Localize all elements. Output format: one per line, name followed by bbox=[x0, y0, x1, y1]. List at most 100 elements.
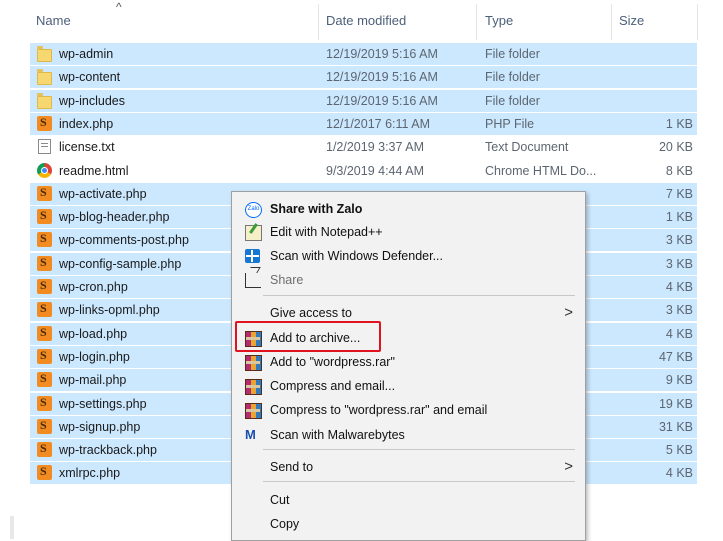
php-file-icon bbox=[37, 395, 52, 411]
menu-item-share[interactable]: Share bbox=[232, 269, 585, 291]
winrar-icon bbox=[245, 403, 262, 419]
folder-icon bbox=[37, 69, 52, 86]
file-name: wp-links-opml.php bbox=[59, 303, 160, 318]
menu-item-send-to[interactable]: Send to > bbox=[232, 456, 585, 478]
php-file-icon bbox=[37, 301, 52, 318]
php-file-icon bbox=[37, 418, 52, 434]
file-name: wp-includes bbox=[59, 93, 126, 108]
chevron-right-icon: > bbox=[564, 458, 573, 475]
share-icon bbox=[245, 273, 261, 288]
malwarebytes-icon: M bbox=[245, 427, 256, 442]
file-size: 3 KB bbox=[665, 233, 693, 248]
file-size: 1 KB bbox=[665, 116, 693, 131]
column-divider[interactable] bbox=[697, 4, 698, 40]
column-header-type[interactable]: Type bbox=[485, 13, 513, 28]
menu-item-label: Cut bbox=[270, 493, 290, 507]
menu-separator bbox=[263, 449, 575, 450]
file-size: 3 KB bbox=[665, 303, 693, 318]
file-size: 5 KB bbox=[665, 443, 693, 458]
file-row[interactable]: wp-includes 12/19/2019 5:16 AM File folder bbox=[30, 89, 697, 112]
file-row[interactable]: wp-content 12/19/2019 5:16 AM File folder bbox=[30, 66, 697, 89]
file-name: xmlrpc.php bbox=[59, 466, 121, 481]
file-type: File folder bbox=[485, 70, 540, 85]
file-row[interactable]: wp-admin 12/19/2019 5:16 AM File folder bbox=[30, 43, 697, 65]
menu-item-label: Share with Zalo bbox=[270, 202, 363, 216]
file-size: 31 KB bbox=[658, 419, 693, 434]
file-name: wp-signup.php bbox=[59, 419, 141, 434]
column-divider[interactable] bbox=[476, 4, 477, 40]
file-name: wp-trackback.php bbox=[59, 443, 157, 458]
column-header-name[interactable]: Name bbox=[36, 13, 71, 28]
file-type: File folder bbox=[485, 93, 540, 108]
file-name: wp-activate.php bbox=[59, 186, 147, 201]
php-file-icon bbox=[37, 371, 52, 388]
column-header-size[interactable]: Size bbox=[619, 13, 644, 28]
php-file-icon bbox=[37, 255, 52, 271]
menu-separator bbox=[263, 481, 575, 482]
column-divider[interactable] bbox=[611, 4, 612, 40]
file-date-modified: 12/19/2019 5:16 AM bbox=[326, 70, 438, 85]
file-row[interactable]: index.php 12/1/2017 6:11 AM PHP File 1 KB bbox=[30, 112, 697, 135]
file-name: wp-blog-header.php bbox=[59, 210, 170, 225]
php-file-icon bbox=[37, 185, 52, 201]
menu-item-scan-with-windows-defender[interactable]: Scan with Windows Defender... bbox=[232, 245, 585, 267]
file-date-modified: 9/3/2019 4:44 AM bbox=[326, 163, 424, 178]
menu-item-compress-and-email[interactable]: Compress and email... bbox=[232, 375, 585, 397]
file-name: wp-settings.php bbox=[59, 396, 147, 411]
file-size: 3 KB bbox=[665, 256, 693, 271]
php-file-icon bbox=[37, 441, 52, 458]
file-date-modified: 12/19/2019 5:16 AM bbox=[326, 93, 438, 108]
menu-item-label: Compress to "wordpress.rar" and email bbox=[270, 403, 488, 417]
menu-item-label: Share bbox=[270, 273, 304, 287]
php-file-icon bbox=[37, 231, 52, 248]
file-type: File folder bbox=[485, 47, 540, 61]
folder-icon bbox=[37, 92, 52, 109]
php-file-icon bbox=[37, 464, 52, 481]
file-name: wp-load.php bbox=[59, 326, 128, 341]
menu-item-compress-to-wordpress-rar-and-email[interactable]: Compress to "wordpress.rar" and email bbox=[232, 399, 585, 421]
column-divider[interactable] bbox=[318, 4, 319, 40]
windows-defender-icon bbox=[245, 249, 260, 263]
file-type: PHP File bbox=[485, 116, 535, 131]
file-size: 1 KB bbox=[665, 210, 693, 225]
winrar-icon bbox=[245, 379, 262, 395]
menu-item-label: Add to "wordpress.rar" bbox=[270, 355, 395, 369]
sort-ascending-icon: ^ bbox=[116, 0, 122, 14]
text-file-icon bbox=[38, 139, 51, 155]
file-size: 4 KB bbox=[665, 466, 693, 481]
php-file-icon bbox=[37, 208, 52, 225]
zalo-icon: Zalo bbox=[245, 202, 262, 218]
column-header-date-modified[interactable]: Date modified bbox=[326, 13, 406, 28]
file-size: 4 KB bbox=[665, 326, 693, 341]
menu-item-edit-with-notepad[interactable]: Edit with Notepad++ bbox=[232, 221, 585, 243]
php-file-icon bbox=[37, 115, 52, 131]
php-file-icon bbox=[37, 278, 52, 294]
menu-item-copy[interactable]: Copy bbox=[232, 513, 585, 535]
menu-item-label: Send to bbox=[270, 460, 314, 474]
file-name: wp-content bbox=[59, 70, 121, 85]
folder-icon bbox=[37, 46, 52, 62]
annotation-highlight-box bbox=[235, 321, 381, 352]
file-size: 47 KB bbox=[658, 349, 693, 364]
menu-item-share-with-zalo[interactable]: Zalo Share with Zalo bbox=[232, 198, 585, 220]
file-row[interactable]: readme.html 9/3/2019 4:44 AM Chrome HTML D… bbox=[30, 160, 697, 182]
menu-item-label: Edit with Notepad++ bbox=[270, 225, 383, 239]
php-file-icon bbox=[37, 325, 52, 341]
menu-item-label: Scan with Malwarebytes bbox=[270, 428, 405, 442]
menu-item-cut[interactable]: Cut bbox=[232, 489, 585, 511]
menu-item-scan-with-malwarebytes[interactable]: M Scan with Malwarebytes bbox=[232, 424, 585, 446]
menu-separator bbox=[263, 295, 575, 296]
file-name: wp-mail.php bbox=[59, 373, 127, 388]
menu-item-label: Scan with Windows Defender... bbox=[270, 249, 443, 263]
file-row[interactable]: license.txt 1/2/2019 3:37 AM Text Document… bbox=[30, 136, 697, 158]
winrar-icon bbox=[245, 355, 262, 371]
file-date-modified: 12/19/2019 5:16 AM bbox=[326, 47, 438, 61]
file-size: 4 KB bbox=[665, 280, 693, 294]
chrome-icon bbox=[37, 162, 52, 178]
file-name: wp-config-sample.php bbox=[59, 256, 182, 271]
file-size: 7 KB bbox=[665, 186, 693, 201]
menu-item-label: Copy bbox=[270, 517, 300, 531]
navigation-pane-edge bbox=[10, 516, 14, 539]
menu-item-add-to-wordpress-rar[interactable]: Add to "wordpress.rar" bbox=[232, 351, 585, 373]
php-file-icon bbox=[37, 348, 52, 364]
